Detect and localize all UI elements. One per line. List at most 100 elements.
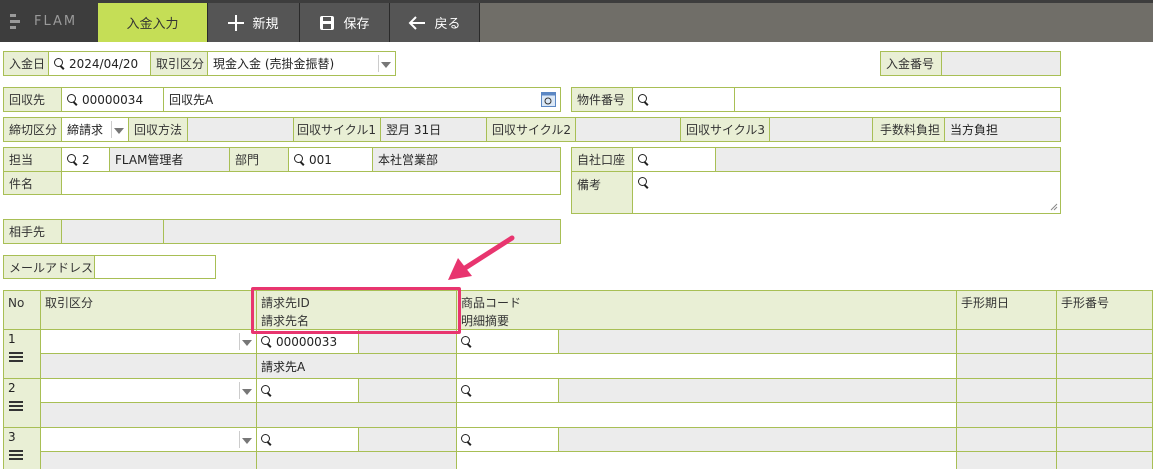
logo-mark-icon — [10, 13, 30, 29]
row-billing-id-field[interactable] — [256, 427, 359, 452]
toolbar-spacer — [480, 3, 1153, 42]
row-detail-field[interactable] — [456, 353, 957, 379]
row-number: 1 — [3, 329, 41, 379]
note-label: 備考 — [571, 171, 633, 214]
closing-value: 締請求 — [67, 123, 104, 137]
staff-code-field[interactable]: 2 — [61, 147, 110, 172]
grid-header-bill-date: 手形期日 — [956, 290, 1057, 330]
row-bill-no — [1056, 329, 1153, 354]
cycle3-field — [769, 117, 873, 142]
menu-lines-icon[interactable] — [9, 450, 23, 462]
row-bill-date — [956, 329, 1057, 354]
search-icon — [261, 434, 272, 445]
row-trade-type-sub — [40, 451, 257, 469]
row-number: 3 — [3, 427, 41, 469]
row-product-code-field[interactable] — [456, 378, 559, 403]
menu-lines-icon[interactable] — [9, 401, 23, 413]
collector-code-field[interactable]: 00000034 — [61, 87, 164, 112]
search-icon — [67, 154, 78, 165]
collector-name-value: 回収先A — [169, 93, 214, 107]
row-trade-type-select[interactable] — [40, 329, 257, 354]
method-label: 回収方法 — [128, 117, 188, 142]
row-billing-name — [256, 451, 457, 469]
collector-name-field[interactable]: 回収先A — [163, 87, 561, 112]
grid-header-product-code: 商品コード — [461, 296, 522, 310]
row-billing-name — [256, 402, 457, 428]
own-account-label: 自社口座 — [571, 147, 633, 172]
cycle1-field: 翌月 31日 — [380, 117, 487, 142]
search-icon — [638, 154, 649, 165]
search-icon — [67, 94, 78, 105]
own-account-code-field[interactable] — [632, 147, 716, 172]
receipt-no-label: 入金番号 — [880, 51, 942, 76]
save-button-label: 保存 — [343, 17, 370, 32]
receipt-no-field — [941, 51, 1061, 76]
row-trade-type-select[interactable] — [40, 378, 257, 403]
dept-code-field[interactable]: 001 — [288, 147, 373, 172]
row-product-code-field[interactable] — [456, 427, 559, 452]
arrow-left-icon — [408, 15, 426, 31]
trade-type-select[interactable]: 現金入金 (売掛金振替) — [207, 51, 396, 76]
save-button[interactable]: 保存 — [300, 3, 390, 42]
search-icon — [261, 336, 272, 347]
row-bill-date-sub — [956, 451, 1057, 469]
pointer-arrow — [448, 235, 515, 280]
property-no-code-field[interactable] — [632, 87, 735, 112]
lookup-window-icon[interactable] — [541, 92, 556, 107]
logo-text: FLAM — [34, 13, 78, 29]
closing-select[interactable]: 締請求 — [61, 117, 129, 142]
method-field — [187, 117, 294, 142]
dept-code-value: 001 — [309, 152, 332, 167]
fee-field: 当方負担 — [944, 117, 1061, 142]
grid-header-detail: 明細摘要 — [461, 314, 510, 328]
grid-header-bill-no: 手形番号 — [1056, 290, 1153, 330]
resize-grip-icon[interactable] — [1050, 203, 1058, 211]
search-icon — [461, 385, 472, 396]
note-textarea[interactable] — [632, 171, 1061, 214]
chevron-down-icon — [114, 127, 124, 134]
row-product-name — [558, 378, 957, 403]
row-bill-no — [1056, 427, 1153, 452]
cycle2-label: 回収サイクル2 — [486, 117, 576, 142]
chevron-down-icon — [381, 61, 391, 68]
search-icon — [261, 385, 272, 396]
row-trade-type-select[interactable] — [40, 427, 257, 452]
tab-receipt-entry-label: 入金入力 — [126, 17, 179, 32]
row-billing-id-value: 00000033 — [276, 334, 338, 349]
own-account-name-field — [715, 147, 1061, 172]
search-icon — [461, 434, 472, 445]
fee-label: 手数料負担 — [872, 117, 945, 142]
staff-code-value: 2 — [82, 152, 90, 167]
search-icon — [54, 58, 65, 69]
tab-receipt-entry[interactable]: 入金入力 — [98, 3, 208, 42]
dept-name-field: 本社営業部 — [372, 147, 561, 172]
search-icon — [638, 177, 649, 188]
back-button[interactable]: 戻る — [390, 3, 480, 42]
menu-lines-icon[interactable] — [9, 352, 23, 364]
row-bill-no — [1056, 378, 1153, 403]
row-detail-field[interactable] — [456, 451, 957, 469]
property-no-label: 物件番号 — [571, 87, 633, 112]
plus-icon — [228, 14, 245, 31]
row-bill-date-sub — [956, 353, 1057, 379]
grid-header-product: 商品コード 明細摘要 — [456, 290, 957, 330]
row-detail-field[interactable] — [456, 402, 957, 428]
new-button[interactable]: 新規 — [208, 3, 300, 42]
partner-code-field — [61, 219, 164, 244]
trade-type-label: 取引区分 — [150, 51, 208, 76]
row-bill-no-sub — [1056, 402, 1153, 428]
floppy-disk-icon — [319, 15, 335, 31]
row-product-code-field[interactable] — [456, 329, 559, 354]
staff-label: 担当 — [3, 147, 62, 172]
search-icon — [461, 336, 472, 347]
search-icon — [294, 154, 305, 165]
subject-field[interactable] — [61, 171, 561, 195]
date-field[interactable]: 2024/04/20 — [48, 51, 151, 76]
row-billing-id-field[interactable] — [256, 378, 359, 403]
property-no-name-field[interactable] — [734, 87, 1061, 112]
cycle1-label: 回収サイクル1 — [293, 117, 381, 142]
email-label: メールアドレス — [3, 255, 95, 279]
chevron-down-icon — [242, 437, 252, 444]
row-bill-date-sub — [956, 402, 1057, 428]
email-field[interactable] — [94, 255, 216, 279]
